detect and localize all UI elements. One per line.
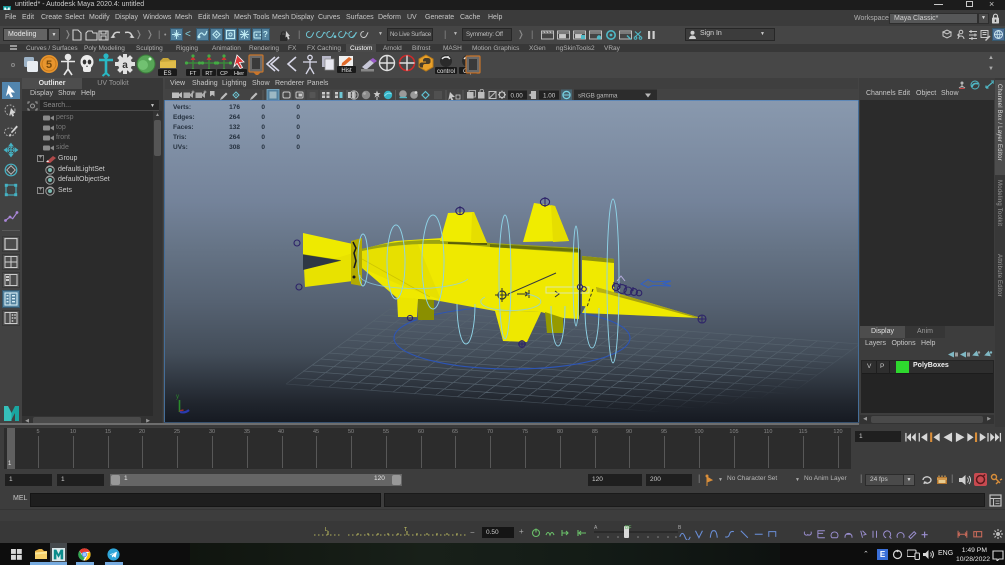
svg-text:0.00: 0.00 <box>511 92 524 99</box>
svg-text:T: T <box>404 527 407 533</box>
svg-text:ES: ES <box>163 71 171 77</box>
svg-text:5: 5 <box>46 59 52 71</box>
svg-text:sRGB gamma: sRGB gamma <box>578 92 618 99</box>
svg-text:1.00: 1.00 <box>543 92 556 99</box>
svg-text:FT: FT <box>190 71 197 77</box>
svg-text:Hier: Hier <box>234 71 244 77</box>
svg-text:A: A <box>594 525 598 531</box>
svg-text:RT: RT <box>205 71 213 77</box>
svg-text:y: y <box>176 394 179 400</box>
svg-text:control: control <box>437 69 455 75</box>
svg-text:a: a <box>122 60 128 71</box>
svg-text:BF: BF <box>625 525 631 531</box>
svg-text:CP: CP <box>220 71 228 77</box>
svg-text:L: L <box>325 527 328 533</box>
svg-text:Hist: Hist <box>341 68 352 74</box>
